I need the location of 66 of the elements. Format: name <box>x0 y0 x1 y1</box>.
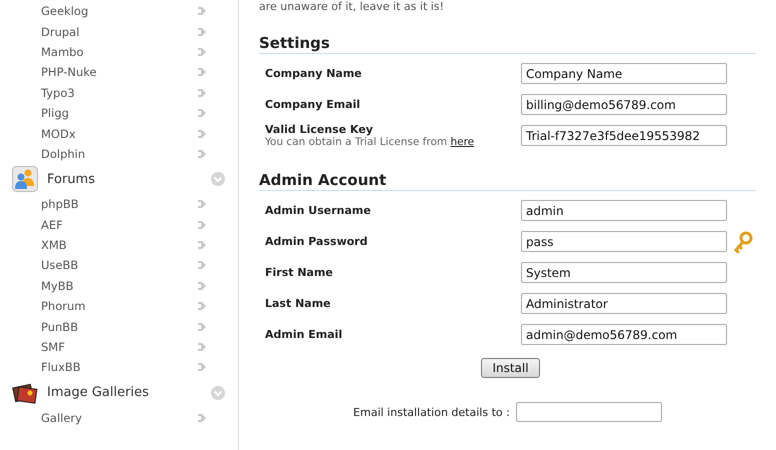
field-label: Valid License Key <box>265 123 374 136</box>
chevron-down-icon[interactable] <box>211 386 225 400</box>
arrow-right-icon <box>198 148 206 159</box>
arrow-right-icon <box>198 6 206 16</box>
sidebar-item[interactable]: XMB <box>41 238 198 252</box>
sidebar-item[interactable]: AEF <box>41 218 198 232</box>
arrow-right-icon <box>198 412 206 423</box>
here-link[interactable]: here <box>450 136 474 148</box>
arrow-right-icon <box>198 322 206 332</box>
field-label: Company Email <box>265 98 362 111</box>
input-field[interactable]: billing@demo56789.com <box>521 94 727 115</box>
field-label: First Name <box>265 266 334 279</box>
input-field[interactable]: Administrator <box>521 293 727 314</box>
arrow-right-icon <box>198 26 206 37</box>
input-field[interactable]: admin <box>521 200 727 221</box>
sidebar-item[interactable]: Drupal <box>41 24 198 39</box>
field-label: Admin Username <box>265 204 372 217</box>
email-details-label: Email installation details to : <box>353 406 510 418</box>
sidebar-item[interactable]: Mambo <box>41 44 198 59</box>
category-label[interactable]: Forums <box>47 172 211 187</box>
section-heading: Admin Account <box>259 171 756 191</box>
input-field[interactable]: pass <box>521 231 727 252</box>
arrow-right-icon <box>198 128 206 139</box>
arrow-right-icon <box>198 301 206 312</box>
sidebar-item[interactable]: FluxBB <box>41 360 198 374</box>
sidebar-item[interactable]: MyBB <box>41 278 198 293</box>
sidebar-item[interactable]: PunBB <box>41 320 198 334</box>
arrow-right-icon <box>198 240 206 250</box>
arrow-right-icon <box>198 199 206 210</box>
sidebar-item[interactable]: Pligg <box>41 106 198 120</box>
hint-text: You can obtain a Trial License from here <box>265 136 476 148</box>
arrow-right-icon <box>198 67 206 78</box>
email-details-field[interactable] <box>516 402 662 422</box>
sidebar-item[interactable]: Typo3 <box>41 86 198 100</box>
field-label: Admin Password <box>265 235 369 248</box>
sidebar-item[interactable]: Dolphin <box>41 146 198 161</box>
sidebar-item[interactable]: phpBB <box>41 197 198 212</box>
key-icon[interactable] <box>733 230 753 252</box>
input-field[interactable]: Company Name <box>521 63 727 84</box>
arrow-right-icon <box>198 46 206 57</box>
arrow-right-icon <box>198 220 206 230</box>
arrow-right-icon <box>198 362 206 372</box>
field-label: Company Name <box>265 67 363 80</box>
arrow-right-icon <box>198 260 206 270</box>
sidebar-item[interactable]: UseBB <box>41 258 198 272</box>
arrow-right-icon <box>198 108 206 118</box>
sidebar-item[interactable]: PHP-Nuke <box>41 65 198 80</box>
sidebar-item[interactable]: MODx <box>41 126 198 141</box>
people-icon <box>12 166 38 192</box>
arrow-right-icon <box>198 342 206 352</box>
sidebar-item[interactable]: Phorum <box>41 299 198 314</box>
arrow-right-icon <box>198 88 206 98</box>
intro-text: are unaware of it, leave it as it is! <box>259 0 445 14</box>
input-field[interactable]: System <box>521 262 727 283</box>
input-field[interactable]: admin@demo56789.com <box>521 324 727 345</box>
section-heading: Settings <box>259 34 756 54</box>
chevron-down-icon[interactable] <box>211 172 225 186</box>
install-button[interactable]: Install <box>481 358 540 378</box>
field-label: Last Name <box>265 297 332 310</box>
sidebar-item[interactable]: Gallery <box>41 410 198 425</box>
category-label[interactable]: Image Galleries <box>47 385 211 400</box>
arrow-right-icon <box>198 280 206 291</box>
field-label: Admin Email <box>265 328 344 341</box>
input-field[interactable]: Trial-f7327e3f5dee19553982 <box>521 125 727 146</box>
sidebar-item[interactable]: Geeklog <box>41 4 198 18</box>
sidebar-item[interactable]: SMF <box>41 340 198 354</box>
